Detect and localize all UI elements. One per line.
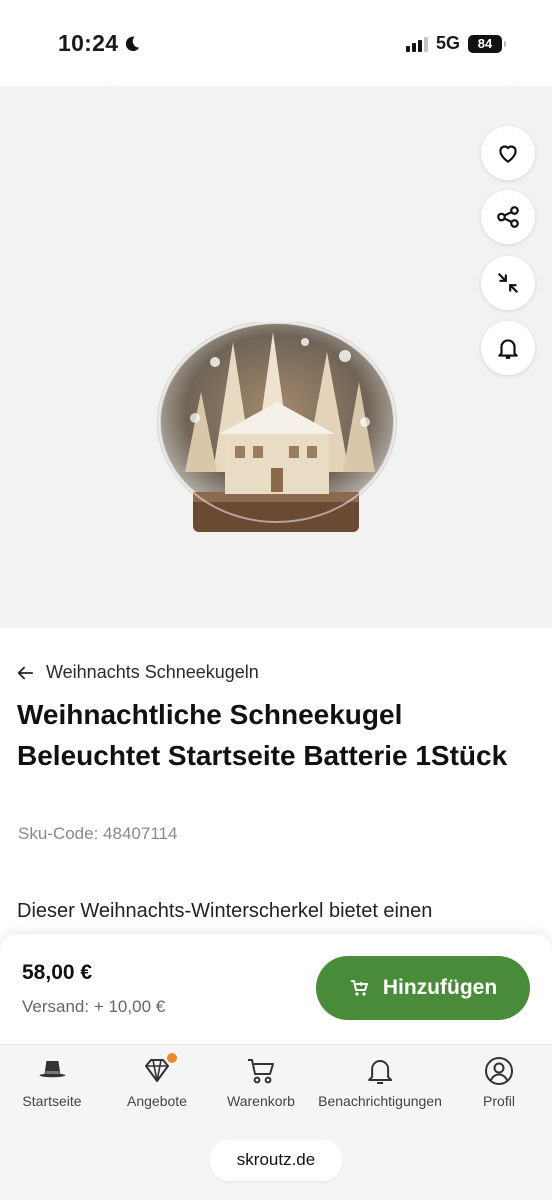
hat-icon xyxy=(38,1061,65,1078)
bell-icon xyxy=(498,339,518,359)
bell-icon xyxy=(367,1060,392,1084)
compare-button[interactable] xyxy=(481,256,535,310)
breadcrumb[interactable]: Weihnachts Schneekugeln xyxy=(16,662,259,683)
battery-icon: 84 xyxy=(468,34,506,53)
network-type: 5G xyxy=(435,33,460,53)
product-description: Dieser Weihnachts-Winterscherkel bietet … xyxy=(17,900,433,922)
product-image-area[interactable] xyxy=(0,86,552,628)
share-button[interactable] xyxy=(481,190,535,244)
status-indicators: 5G 84 xyxy=(405,33,506,54)
product-image xyxy=(157,322,397,532)
nav-item-profil[interactable]: Profil xyxy=(483,1055,515,1109)
nav-label: Benachrichtigungen xyxy=(318,1093,442,1109)
collapse-icon xyxy=(498,273,518,293)
moon-icon xyxy=(126,36,140,51)
cart-icon xyxy=(247,1059,274,1084)
status-time: 10:24 xyxy=(58,30,141,57)
battery-level: 84 xyxy=(477,36,493,51)
nav-label: Profil xyxy=(483,1093,515,1109)
sku-code: Sku-Code: 48407114 xyxy=(18,824,178,843)
browser-url-pill[interactable]: skroutz.de xyxy=(209,1139,343,1181)
heart-icon xyxy=(499,145,517,163)
signal-icon xyxy=(405,36,428,52)
nav-item-angebote[interactable]: Angebote xyxy=(127,1053,187,1109)
purchase-panel: 58,00 € Versand: + 10,00 € Hinzufügen xyxy=(0,934,552,1044)
nav-item-benachrichtigungen[interactable]: Benachrichtigungen xyxy=(318,1055,442,1109)
nav-label: Startseite xyxy=(22,1093,82,1109)
add-to-cart-label: Hinzufügen xyxy=(382,976,498,999)
wishlist-button[interactable] xyxy=(481,126,535,180)
price: 58,00 € xyxy=(22,961,93,984)
nav-item-warenkorb[interactable]: Warenkorb xyxy=(227,1055,295,1109)
status-bar: 10:24 5G 84 xyxy=(0,0,552,88)
profile-icon xyxy=(485,1057,513,1085)
breadcrumb-label: Weihnachts Schneekugeln xyxy=(46,662,259,682)
bottom-nav: Startseite Angebote Warenkorb Benachrich… xyxy=(0,1044,552,1200)
nav-label: Warenkorb xyxy=(227,1093,295,1109)
shipping-cost: Versand: + 10,00 € xyxy=(22,997,166,1016)
offer-badge xyxy=(166,1053,177,1063)
nav-label: Angebote xyxy=(127,1093,187,1109)
product-title: Weihnachtliche Schneekugel Beleuchtet St… xyxy=(17,699,508,771)
nav-item-startseite[interactable]: Startseite xyxy=(22,1055,82,1109)
share-icon xyxy=(497,206,519,228)
add-to-cart-button[interactable]: Hinzufügen xyxy=(316,956,530,1020)
arrow-left-icon xyxy=(17,666,34,679)
domain-label: skroutz.de xyxy=(236,1150,316,1169)
price-alert-button[interactable] xyxy=(481,321,535,375)
status-time-text: 10:24 xyxy=(58,30,119,56)
cart-add-icon xyxy=(350,980,368,996)
